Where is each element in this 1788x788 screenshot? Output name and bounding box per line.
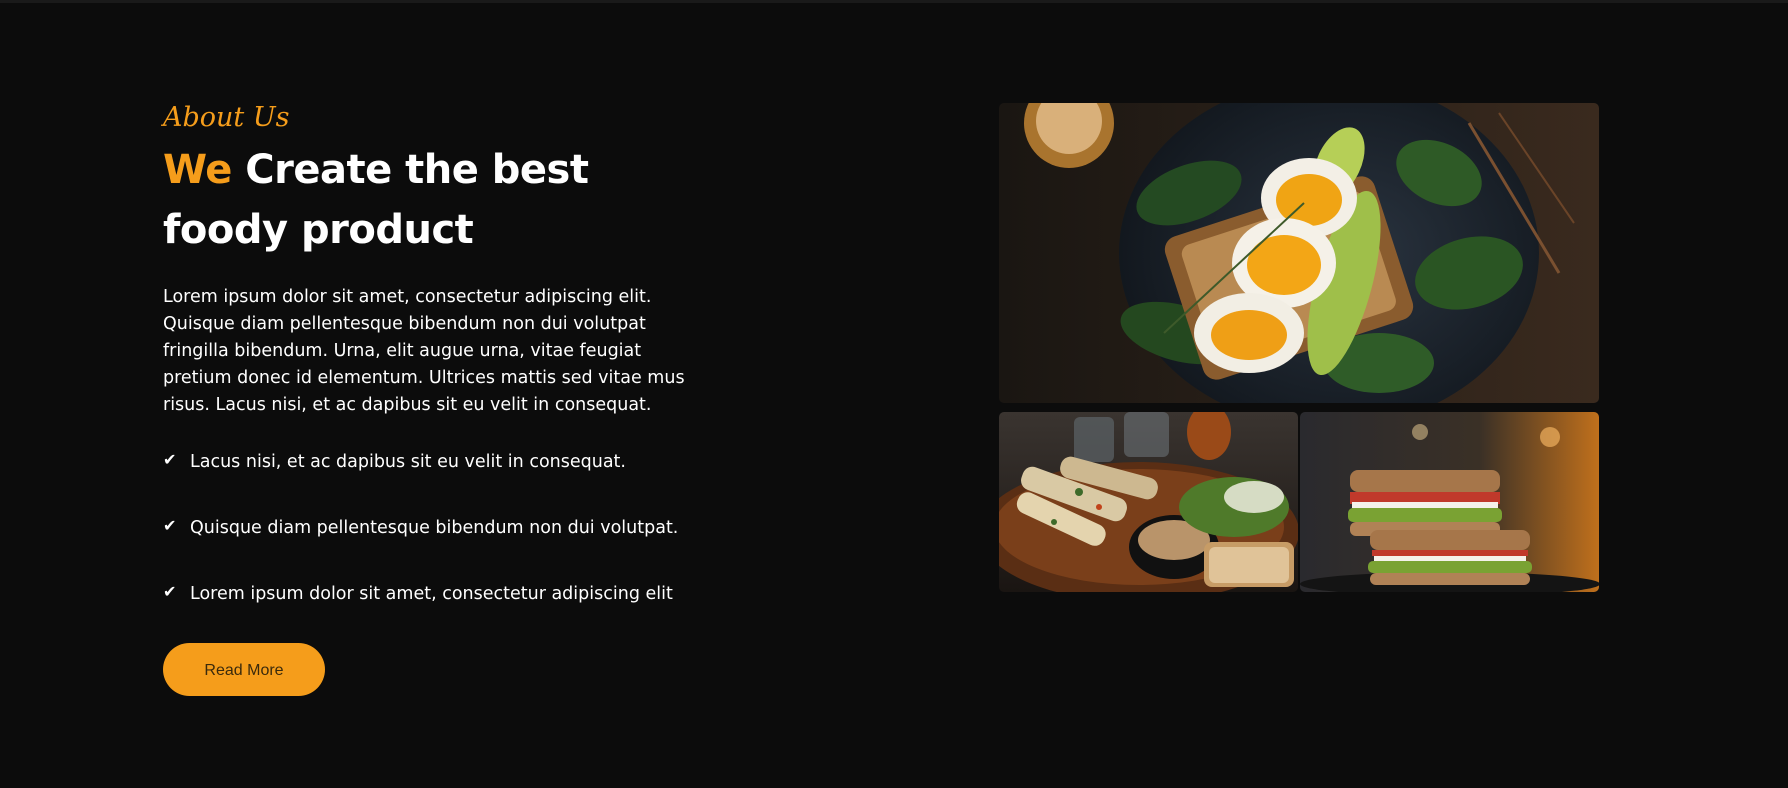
section-headline: We Create the best foody product <box>163 140 723 260</box>
food-gallery <box>999 103 1599 592</box>
read-more-button[interactable]: Read More <box>163 643 325 696</box>
section-description: Lorem ipsum dolor sit amet, consectetur … <box>163 287 685 415</box>
feature-item: ✔ Lorem ipsum dolor sit amet, consectetu… <box>163 581 723 608</box>
check-icon: ✔ <box>163 582 177 601</box>
headline-accent: We <box>163 147 232 193</box>
about-text-column: About Us We Create the best foody produc… <box>163 100 723 696</box>
grilled-platter-photo <box>999 412 1298 592</box>
headline-line2: foody product <box>163 207 474 253</box>
check-icon: ✔ <box>163 450 177 469</box>
feature-item: ✔ Lacus nisi, et ac dapibus sit eu velit… <box>163 449 723 476</box>
check-icon: ✔ <box>163 516 177 535</box>
feature-text: Lorem ipsum dolor sit amet, consectetur … <box>190 584 673 604</box>
feature-text: Quisque diam pellentesque bibendum non d… <box>190 518 679 538</box>
headline-line1: Create the best <box>245 147 589 193</box>
feature-item: ✔ Quisque diam pellentesque bibendum non… <box>163 515 723 542</box>
sandwich-photo <box>1300 412 1599 592</box>
feature-text: Lacus nisi, et ac dapibus sit eu velit i… <box>190 452 626 472</box>
section-eyebrow: About Us <box>163 102 290 133</box>
feature-list: ✔ Lacus nisi, et ac dapibus sit eu velit… <box>163 449 723 608</box>
egg-avocado-toast-photo <box>999 103 1599 403</box>
about-section: About Us We Create the best foody produc… <box>0 0 1788 788</box>
